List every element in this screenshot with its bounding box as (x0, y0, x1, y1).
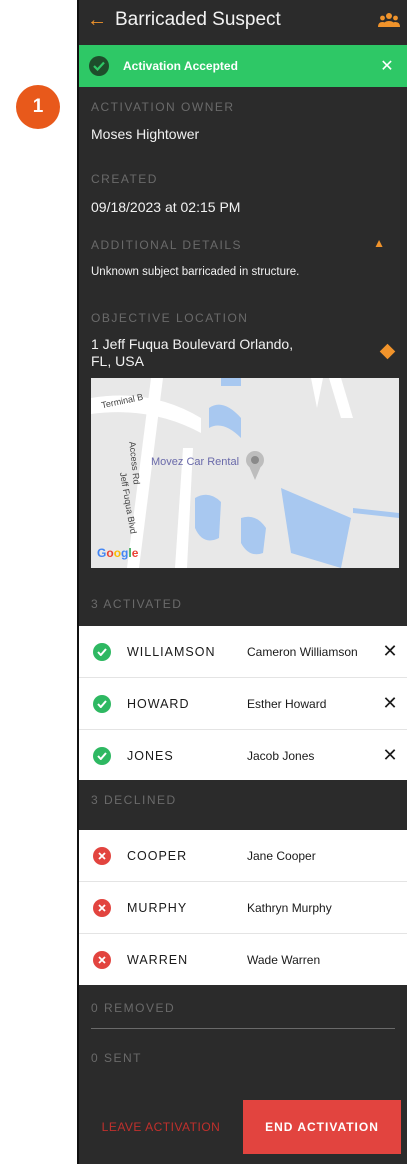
list-item: COOPER Jane Cooper (79, 830, 407, 882)
x-circle-icon (93, 898, 111, 917)
google-logo: Google (97, 546, 139, 560)
location-line1: 1 Jeff Fuqua Boulevard Orlando, (91, 336, 294, 352)
list-item: MURPHY Kathryn Murphy (79, 882, 407, 934)
app-header: ← Barricaded Suspect (79, 0, 407, 40)
declined-section-header: 3 DECLINED (79, 780, 407, 820)
close-icon[interactable]: ✕ (367, 56, 407, 76)
owner-label: ACTIVATION OWNER (91, 100, 235, 114)
map-poi-label: Movez Car Rental (151, 456, 240, 468)
end-activation-button[interactable]: END ACTIVATION (243, 1100, 401, 1154)
section-divider (91, 1028, 395, 1029)
details-value: Unknown subject barricaded in structure. (91, 266, 300, 278)
action-footer: LEAVE ACTIVATION END ACTIVATION (79, 1090, 407, 1164)
activated-section-header: 3 ACTIVATED (79, 584, 407, 624)
banner-text: Activation Accepted (123, 59, 238, 73)
declined-list: COOPER Jane Cooper MURPHY Kathryn Murphy… (79, 830, 407, 985)
location-map[interactable]: Terminal B Access Rd Jeff Fuqua Blvd Mov… (91, 378, 399, 568)
location-line2: FL, USA (91, 353, 144, 369)
remove-x-icon[interactable]: ✕ (373, 641, 407, 662)
group-icon[interactable] (371, 12, 407, 28)
check-circle-icon (93, 746, 111, 765)
list-item: HOWARD Esther Howard ✕ (79, 678, 407, 730)
location-label: OBJECTIVE LOCATION (91, 311, 249, 325)
activated-list: WILLIAMSON Cameron Williamson ✕ HOWARD E… (79, 626, 407, 781)
check-circle-icon (89, 56, 109, 76)
x-circle-icon (93, 950, 111, 969)
list-item: WARREN Wade Warren (79, 934, 407, 985)
remove-x-icon[interactable]: ✕ (373, 745, 407, 766)
remove-x-icon[interactable]: ✕ (373, 693, 407, 714)
sent-section-header[interactable]: 0 SENT (79, 1038, 407, 1078)
check-circle-icon (93, 694, 111, 713)
directions-icon[interactable] (379, 343, 396, 360)
removed-section-header[interactable]: 0 REMOVED (79, 988, 407, 1028)
activation-accepted-banner: Activation Accepted ✕ (79, 45, 407, 87)
phone-screen: ← Barricaded Suspect Activation Accepted… (77, 0, 407, 1164)
owner-value: Moses Hightower (91, 126, 200, 142)
x-circle-icon (93, 846, 111, 865)
list-item: JONES Jacob Jones ✕ (79, 730, 407, 781)
step-number-badge: 1 (16, 85, 60, 129)
created-label: CREATED (91, 172, 158, 186)
list-item: WILLIAMSON Cameron Williamson ✕ (79, 626, 407, 678)
check-circle-icon (93, 642, 111, 661)
page-title: Barricaded Suspect (115, 9, 281, 30)
created-value: 09/18/2023 at 02:15 PM (91, 199, 241, 215)
details-label: ADDITIONAL DETAILS (91, 238, 243, 252)
leave-activation-button[interactable]: LEAVE ACTIVATION (79, 1120, 243, 1134)
chevron-up-icon[interactable]: ▲ (373, 236, 385, 250)
arrow-left-icon[interactable]: ← (79, 9, 115, 32)
